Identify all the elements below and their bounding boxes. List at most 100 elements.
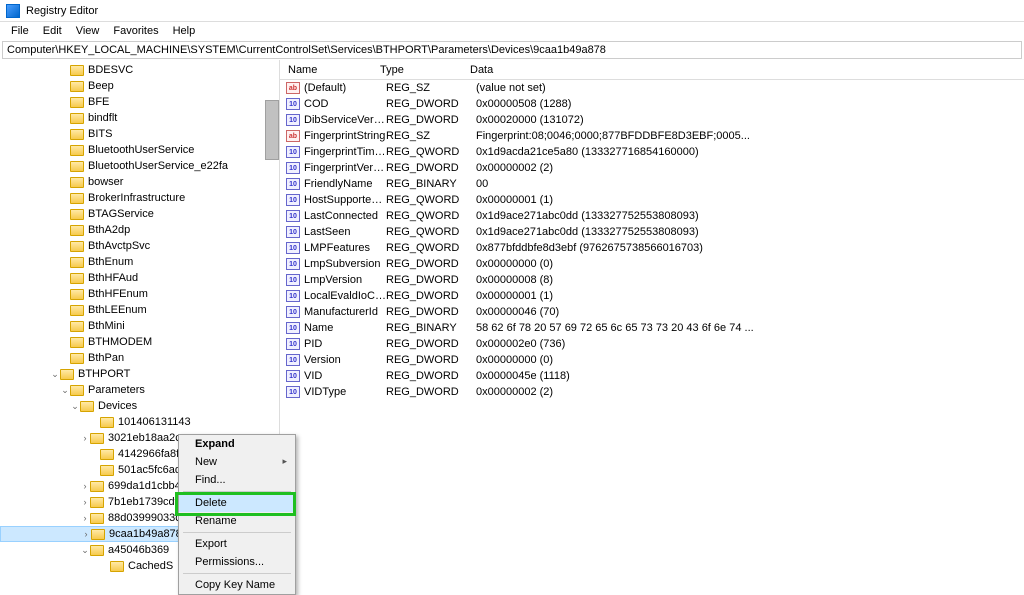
tree-item-label: BTHMODEM bbox=[88, 336, 152, 348]
tree-item[interactable]: Beep bbox=[0, 78, 279, 94]
value-type: REG_DWORD bbox=[386, 306, 476, 318]
tree-item-label: BFE bbox=[88, 96, 109, 108]
tree-item[interactable]: BthAvctpSvc bbox=[0, 238, 279, 254]
table-row[interactable]: ab(Default)REG_SZ(value not set) bbox=[280, 80, 1024, 96]
tree-item[interactable]: Devices bbox=[0, 398, 279, 414]
folder-icon bbox=[70, 81, 84, 92]
menu-view[interactable]: View bbox=[69, 23, 107, 39]
value-name: PID bbox=[304, 338, 386, 350]
tree-item[interactable]: bindflt bbox=[0, 110, 279, 126]
chevron-down-icon[interactable] bbox=[60, 385, 70, 396]
table-row[interactable]: 10DibServiceVersionREG_DWORD0x00020000 (… bbox=[280, 112, 1024, 128]
tree-item[interactable]: BTAGService bbox=[0, 206, 279, 222]
table-row[interactable]: 10VersionREG_DWORD0x00000000 (0) bbox=[280, 352, 1024, 368]
ctx-new[interactable]: New bbox=[179, 453, 295, 471]
table-row[interactable]: 10LMPFeaturesREG_QWORD0x877bfddbfe8d3ebf… bbox=[280, 240, 1024, 256]
tree-item[interactable]: BthHFAud bbox=[0, 270, 279, 286]
value-data: 0x00000508 (1288) bbox=[476, 98, 1024, 110]
tree-item[interactable]: BTHPORT bbox=[0, 366, 279, 382]
tree-item[interactable]: 101406131143 bbox=[0, 414, 279, 430]
col-data[interactable]: Data bbox=[470, 64, 1024, 76]
tree-item[interactable]: bowser bbox=[0, 174, 279, 190]
column-headers: Name Type Data bbox=[280, 60, 1024, 80]
menu-edit[interactable]: Edit bbox=[36, 23, 69, 39]
table-row[interactable]: 10FingerprintTime...REG_QWORD0x1d9acda21… bbox=[280, 144, 1024, 160]
table-row[interactable]: 10FingerprintVersionREG_DWORD0x00000002 … bbox=[280, 160, 1024, 176]
table-row[interactable]: 10LastConnectedREG_QWORD0x1d9ace271abc0d… bbox=[280, 208, 1024, 224]
chevron-down-icon[interactable] bbox=[70, 401, 80, 412]
tree-item[interactable]: BrokerInfrastructure bbox=[0, 190, 279, 206]
chevron-down-icon[interactable] bbox=[50, 369, 60, 380]
folder-icon bbox=[70, 321, 84, 332]
tree-item-label: BrokerInfrastructure bbox=[88, 192, 185, 204]
ctx-expand[interactable]: Expand bbox=[179, 435, 295, 453]
col-name[interactable]: Name bbox=[280, 64, 380, 76]
tree-item-label: BthLEEnum bbox=[88, 304, 147, 316]
tree-item[interactable]: BthLEEnum bbox=[0, 302, 279, 318]
table-row[interactable]: 10HostSupportedF...REG_QWORD0x00000001 (… bbox=[280, 192, 1024, 208]
table-row[interactable]: 10FriendlyNameREG_BINARY00 bbox=[280, 176, 1024, 192]
tree-item[interactable]: BthMini bbox=[0, 318, 279, 334]
value-data: 0x877bfddbfe8d3ebf (9762675738566016703) bbox=[476, 242, 1024, 254]
tree-item-label: BthA2dp bbox=[88, 224, 130, 236]
value-name: LocalEvaldIoCap bbox=[304, 290, 386, 302]
table-row[interactable]: 10LocalEvaldIoCapREG_DWORD0x00000001 (1) bbox=[280, 288, 1024, 304]
tree-item-label: 101406131143 bbox=[118, 416, 191, 428]
ctx-export[interactable]: Export bbox=[179, 535, 295, 553]
value-name: FingerprintVersion bbox=[304, 162, 386, 174]
tree-item[interactable]: BthHFEnum bbox=[0, 286, 279, 302]
ctx-permissions[interactable]: Permissions... bbox=[179, 553, 295, 571]
tree-item-label: BluetoothUserService_e22fa bbox=[88, 160, 228, 172]
tree-item[interactable]: BDESVC bbox=[0, 62, 279, 78]
tree-item[interactable]: BITS bbox=[0, 126, 279, 142]
tree-item[interactable]: BthA2dp bbox=[0, 222, 279, 238]
tree-item[interactable]: BthPan bbox=[0, 350, 279, 366]
tree-item-label: BluetoothUserService bbox=[88, 144, 194, 156]
chevron-right-icon[interactable] bbox=[80, 497, 90, 507]
table-row[interactable]: 10CODREG_DWORD0x00000508 (1288) bbox=[280, 96, 1024, 112]
dword-value-icon: 10 bbox=[286, 210, 300, 222]
table-row[interactable]: 10VIDREG_DWORD0x0000045e (1118) bbox=[280, 368, 1024, 384]
ctx-copy-key-name[interactable]: Copy Key Name bbox=[179, 576, 295, 594]
table-row[interactable]: 10LastSeenREG_QWORD0x1d9ace271abc0dd (13… bbox=[280, 224, 1024, 240]
tree-item[interactable]: BluetoothUserService_e22fa bbox=[0, 158, 279, 174]
tree-item[interactable]: Parameters bbox=[0, 382, 279, 398]
tree-item[interactable]: BluetoothUserService bbox=[0, 142, 279, 158]
tree-item[interactable]: BTHMODEM bbox=[0, 334, 279, 350]
value-type: REG_QWORD bbox=[386, 226, 476, 238]
address-bar[interactable]: Computer\HKEY_LOCAL_MACHINE\SYSTEM\Curre… bbox=[2, 41, 1022, 59]
folder-icon bbox=[90, 497, 104, 508]
values-pane[interactable]: Name Type Data ab(Default)REG_SZ(value n… bbox=[280, 60, 1024, 576]
menu-file[interactable]: File bbox=[4, 23, 36, 39]
table-row[interactable]: 10PIDREG_DWORD0x000002e0 (736) bbox=[280, 336, 1024, 352]
value-name: DibServiceVersion bbox=[304, 114, 386, 126]
chevron-right-icon[interactable] bbox=[81, 529, 91, 539]
table-row[interactable]: 10ManufacturerIdREG_DWORD0x00000046 (70) bbox=[280, 304, 1024, 320]
ctx-rename[interactable]: Rename bbox=[179, 512, 295, 530]
table-row[interactable]: 10LmpVersionREG_DWORD0x00000008 (8) bbox=[280, 272, 1024, 288]
menubar: File Edit View Favorites Help bbox=[0, 22, 1024, 40]
table-row[interactable]: 10NameREG_BINARY58 62 6f 78 20 57 69 72 … bbox=[280, 320, 1024, 336]
value-data: 0x00000046 (70) bbox=[476, 306, 1024, 318]
chevron-right-icon[interactable] bbox=[80, 433, 90, 443]
folder-icon bbox=[70, 225, 84, 236]
tree-item-label: BthPan bbox=[88, 352, 124, 364]
folder-icon bbox=[90, 481, 104, 492]
ctx-delete[interactable]: Delete bbox=[179, 494, 295, 512]
menu-favorites[interactable]: Favorites bbox=[106, 23, 165, 39]
ctx-find[interactable]: Find... bbox=[179, 471, 295, 489]
chevron-right-icon[interactable] bbox=[80, 481, 90, 491]
tree-item-label: a45046b369 bbox=[108, 544, 169, 556]
chevron-down-icon[interactable] bbox=[80, 545, 90, 556]
folder-icon bbox=[70, 113, 84, 124]
menu-help[interactable]: Help bbox=[166, 23, 203, 39]
table-row[interactable]: 10VIDTypeREG_DWORD0x00000002 (2) bbox=[280, 384, 1024, 400]
scrollbar-thumb[interactable] bbox=[265, 100, 279, 160]
chevron-right-icon[interactable] bbox=[80, 513, 90, 523]
tree-item[interactable]: BthEnum bbox=[0, 254, 279, 270]
tree-item[interactable]: BFE bbox=[0, 94, 279, 110]
col-type[interactable]: Type bbox=[380, 64, 470, 76]
value-name: Version bbox=[304, 354, 386, 366]
table-row[interactable]: 10LmpSubversionREG_DWORD0x00000000 (0) bbox=[280, 256, 1024, 272]
table-row[interactable]: abFingerprintStringREG_SZFingerprint:08;… bbox=[280, 128, 1024, 144]
